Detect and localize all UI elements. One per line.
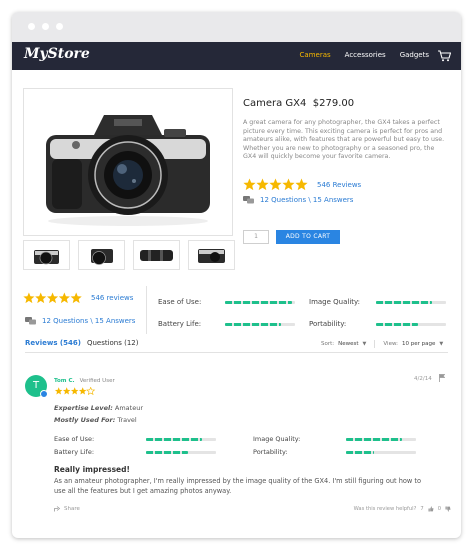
review-quality-fill — [346, 438, 402, 441]
review-quality-label: Image Quality: — [253, 435, 301, 443]
helpful-label: Was this review helpful? — [353, 506, 417, 512]
thumbnail-side[interactable] — [188, 240, 235, 270]
review-body: As an amateur photographer, I'm really i… — [54, 477, 422, 495]
camera-image — [46, 115, 210, 226]
used-for-label: Mostly Used For: — [54, 416, 116, 424]
summary-battery-bar — [225, 323, 295, 326]
summary-rating-stars — [23, 292, 82, 304]
view-chevron-down-icon[interactable]: ▼ — [439, 341, 443, 347]
view-label: View: — [383, 341, 399, 347]
helpful-no-count: 0 — [437, 506, 441, 512]
sort-dropdown[interactable]: Newest — [338, 341, 358, 347]
thumbnail-angle[interactable] — [78, 240, 125, 270]
summary-portability-fill — [376, 323, 418, 326]
review-battery-fill — [146, 451, 188, 454]
sort-label: Sort: — [321, 341, 335, 347]
share-label: Share — [64, 506, 80, 512]
main-product-image[interactable] — [23, 88, 233, 236]
chat-icon — [243, 196, 254, 204]
top-navbar: MyStore Cameras Accessories Gadgets — [12, 42, 461, 70]
star-icons — [243, 178, 308, 191]
product-description: A great camera for any photographer, the… — [243, 119, 445, 161]
questions-link[interactable]: 12 Questions \ 15 Answers — [260, 196, 353, 204]
tab-reviews-label: Reviews — [25, 339, 58, 347]
cart-icon[interactable] — [437, 50, 451, 62]
summary-questions-link[interactable]: 12 Questions \ 15 Answers — [42, 317, 135, 325]
tab-reviews[interactable]: Reviews (546) — [25, 339, 81, 353]
nav-link-cameras[interactable]: Cameras — [300, 51, 331, 59]
product-rating-stars — [243, 178, 309, 191]
helpful-section: Was this review helpful? 7 0 — [354, 506, 451, 512]
window-dot-1[interactable] — [28, 23, 35, 30]
reviewer-name[interactable]: Tom C. — [54, 378, 75, 384]
summary-ease-label: Ease of Use: — [158, 298, 202, 306]
window-dot-2[interactable] — [42, 23, 49, 30]
used-for-value: Travel — [117, 416, 137, 424]
summary-quality-label: Image Quality: — [309, 298, 361, 306]
verified-label: Verified User — [79, 378, 115, 384]
window-chrome — [12, 12, 461, 42]
browser-window: MyStore Cameras Accessories Gadgets Came… — [12, 12, 461, 538]
expertise-value: Amateur — [114, 404, 143, 412]
thumbs-up-icon[interactable] — [428, 506, 434, 512]
view-dropdown[interactable]: 10 per page — [402, 341, 435, 347]
review-quality-bar — [346, 438, 416, 441]
review-rating-stars — [54, 387, 96, 395]
share-icon — [54, 506, 61, 512]
tabs-divider — [25, 352, 448, 353]
reviews-link[interactable]: 546 Reviews — [317, 181, 361, 189]
helpful-yes-count: 7 — [420, 506, 424, 512]
tab-questions[interactable]: Questions (12) — [87, 339, 139, 353]
expertise-label: Expertise Level: — [54, 404, 113, 412]
quantity-input[interactable]: 1 — [243, 230, 269, 244]
share-button[interactable]: Share — [54, 506, 80, 512]
add-to-cart-button[interactable]: ADD TO CART — [276, 230, 340, 244]
review-portability-label: Portability: — [253, 448, 288, 456]
product-name: Camera GX4 — [243, 98, 307, 109]
product-price: $279.00 — [312, 98, 355, 109]
review-ease-label: Ease of Use: — [54, 435, 95, 443]
nav-link-accessories[interactable]: Accessories — [345, 51, 386, 59]
summary-battery-label: Battery Life: — [158, 320, 202, 328]
tab-reviews-count: (546) — [59, 339, 81, 347]
window-dot-3[interactable] — [56, 23, 63, 30]
thumbnail-front[interactable] — [23, 240, 70, 270]
summary-chat-icon — [25, 317, 36, 325]
summary-portability-bar — [376, 323, 446, 326]
review-ease-bar — [146, 438, 216, 441]
verified-badge-icon — [40, 390, 48, 398]
summary-quality-bar — [376, 301, 446, 304]
product-title: Camera GX4 $279.00 — [243, 98, 354, 109]
summary-quality-fill — [376, 301, 432, 304]
summary-ease-fill — [225, 301, 292, 304]
store-logo[interactable]: MyStore — [24, 46, 90, 62]
summary-divider — [146, 286, 147, 334]
review-headline: Really impressed! — [54, 465, 130, 474]
review-portability-bar — [346, 451, 416, 454]
summary-reviews-link[interactable]: 546 reviews — [91, 294, 133, 302]
thumbnail-lens[interactable] — [133, 240, 180, 270]
flag-icon[interactable] — [439, 374, 445, 382]
summary-battery-fill — [225, 323, 281, 326]
review-ease-fill — [146, 438, 202, 441]
review-date: 4/2/14 — [414, 376, 432, 382]
summary-ease-bar — [225, 301, 295, 304]
thumbs-down-icon[interactable] — [445, 506, 451, 512]
review-battery-label: Battery Life: — [54, 448, 95, 456]
nav-link-gadgets[interactable]: Gadgets — [400, 51, 429, 59]
review-portability-fill — [346, 451, 374, 454]
sort-chevron-down-icon[interactable]: ▼ — [363, 341, 367, 347]
summary-portability-label: Portability: — [309, 320, 347, 328]
sort-view-divider — [374, 340, 376, 348]
review-battery-bar — [146, 451, 216, 454]
